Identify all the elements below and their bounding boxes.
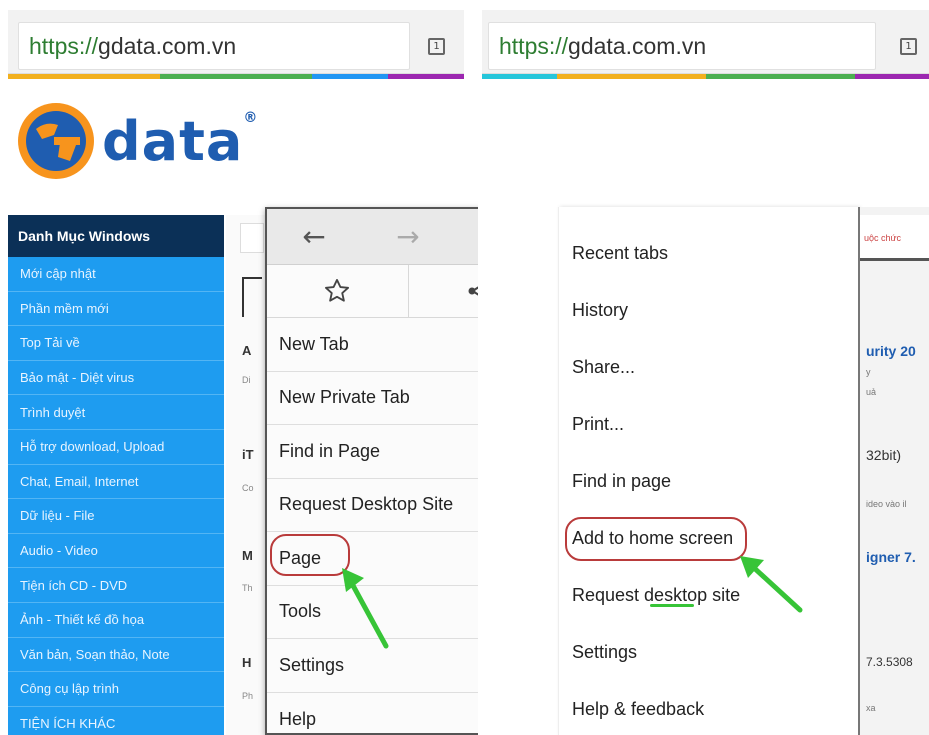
article-snippet-fragment: uả xyxy=(866,387,877,397)
article-title-fragment[interactable]: H xyxy=(242,655,251,670)
heading-bracket xyxy=(242,277,262,317)
article-snippet-fragment: Di xyxy=(242,375,251,385)
article-title-fragment[interactable]: 7.3.5308 xyxy=(866,655,913,669)
article-title-fragment[interactable]: urity 20 xyxy=(866,343,916,359)
left-url-bar: https://gdata.com.vn 1 xyxy=(8,10,464,74)
sidebar-item[interactable]: Tiện ích CD - DVD xyxy=(8,568,224,603)
menu-item-label: Settings xyxy=(279,654,345,675)
tab-count-icon[interactable]: 1 xyxy=(900,38,917,55)
forward-arrow-icon[interactable]: → xyxy=(361,220,455,253)
url-host: gdata.com.vn xyxy=(98,32,237,59)
url-host: gdata.com.vn xyxy=(568,32,707,59)
sidebar-item[interactable]: Chat, Email, Internet xyxy=(8,465,224,500)
back-arrow-icon[interactable]: ← xyxy=(267,220,361,253)
annotation-underline xyxy=(650,604,694,607)
globe-logo-icon xyxy=(18,103,94,179)
right-page-load-bar xyxy=(482,74,929,79)
article-snippet-fragment: y xyxy=(866,367,871,377)
menu-item-settings[interactable]: Settings xyxy=(559,624,858,681)
search-box-fragment xyxy=(240,223,264,253)
sidebar-item[interactable]: Bảo mật - Diệt virus xyxy=(8,361,224,396)
tab-count-icon[interactable]: 1 xyxy=(428,38,445,55)
sidebar-title: Danh Mục Windows xyxy=(8,215,224,257)
logo-wordmark: data® xyxy=(102,110,258,173)
menu-item-history[interactable]: History xyxy=(559,282,858,339)
right-url-bar: https://gdata.com.vn 1 xyxy=(482,10,929,74)
sidebar-item[interactable]: Mới cập nhật xyxy=(8,257,224,292)
article-snippet-fragment: ideo vào il xyxy=(866,499,907,509)
article-snippet-fragment: Th xyxy=(242,583,253,593)
menu-item-recent-tabs[interactable]: Recent tabs xyxy=(559,225,858,282)
sidebar-item[interactable]: Ảnh - Thiết kế đồ họa xyxy=(8,603,224,638)
star-icon xyxy=(325,278,350,302)
article-snippet-fragment: Ph xyxy=(242,691,254,701)
search-hint-fragment: uộc chức xyxy=(864,233,902,243)
sidebar-item[interactable]: Công cụ lập trình xyxy=(8,672,224,707)
menu-item-label: Request Desktop Site xyxy=(279,494,454,515)
registered-mark: ® xyxy=(243,109,259,126)
sidebar-item[interactable]: TIỆN ÍCH KHÁC xyxy=(8,707,224,735)
article-title-fragment[interactable]: igner 7. xyxy=(866,549,916,565)
annotation-oval-add-to-home xyxy=(565,517,747,561)
left-address-field[interactable]: https://gdata.com.vn xyxy=(18,22,410,70)
article-title-fragment[interactable]: 32bit) xyxy=(866,447,901,463)
annotation-arrow-page xyxy=(342,568,389,649)
article-snippet-fragment: Co xyxy=(242,483,254,493)
menu-item-label: New Private Tab xyxy=(279,387,410,408)
right-search-fragment: uộc chức xyxy=(860,215,929,261)
menu-item-label: Find in Page xyxy=(279,440,381,461)
menu-item-label: New Tab xyxy=(279,333,349,354)
article-title-fragment[interactable]: A xyxy=(242,343,251,358)
menu-item-find-in-page[interactable]: Find in page xyxy=(559,453,858,510)
url-scheme: https:// xyxy=(29,32,99,59)
sidebar-item[interactable]: Phần mềm mới xyxy=(8,292,224,327)
logo-text: data xyxy=(102,109,244,173)
url-scheme: https:// xyxy=(499,32,569,59)
menu-item-print[interactable]: Print... xyxy=(559,396,858,453)
sidebar-item[interactable]: Audio - Video xyxy=(8,534,224,569)
menu-item-share[interactable]: Share... xyxy=(559,339,858,396)
left-page-load-bar xyxy=(8,74,464,79)
chrome-overflow-menu: Recent tabs History Share... Print... Fi… xyxy=(558,207,858,735)
sidebar-item[interactable]: Top Tải về xyxy=(8,326,224,361)
menu-item-label: Tools xyxy=(279,601,322,622)
sidebar-item[interactable]: Hỗ trợ download, Upload xyxy=(8,430,224,465)
right-address-field[interactable]: https://gdata.com.vn xyxy=(488,22,876,70)
menu-item-label: Help xyxy=(279,708,317,729)
category-sidebar: Danh Mục Windows Mới cập nhật Phần mềm m… xyxy=(8,215,224,735)
menu-item-request-desktop-site[interactable]: Request desktop site xyxy=(559,567,858,624)
article-snippet-fragment: xa xyxy=(866,703,876,713)
sidebar-item[interactable]: Trình duyệt xyxy=(8,395,224,430)
gdata-logo[interactable]: data® xyxy=(14,96,258,186)
article-title-fragment[interactable]: M xyxy=(242,548,253,563)
annotation-arrow-add-to-home xyxy=(740,556,803,613)
menu-item-help-feedback[interactable]: Help & feedback xyxy=(559,681,858,735)
article-title-fragment[interactable]: iT xyxy=(242,447,254,462)
sidebar-item[interactable]: Văn bản, Soạn thảo, Note xyxy=(8,638,224,673)
sidebar-item[interactable]: Dữ liệu - File xyxy=(8,499,224,534)
right-page-content-background: uộc chức urity 20 y uả 32bit) ideo vào i… xyxy=(858,207,929,735)
bookmark-star-button[interactable] xyxy=(267,265,409,317)
